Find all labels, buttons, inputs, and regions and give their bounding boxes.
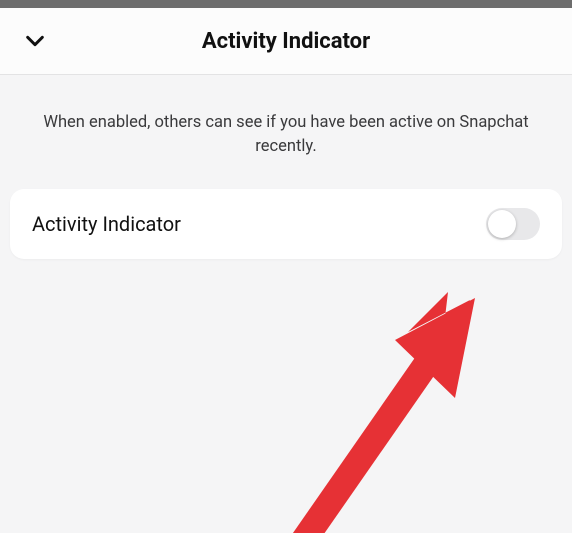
setting-description: When enabled, others can see if you have… — [0, 75, 572, 189]
status-bar-strip — [0, 0, 572, 8]
header: Activity Indicator — [0, 8, 572, 74]
toggle-knob — [488, 210, 516, 238]
activity-indicator-label: Activity Indicator — [32, 212, 486, 236]
activity-indicator-toggle[interactable] — [486, 208, 540, 240]
page-title: Activity Indicator — [18, 29, 554, 54]
activity-indicator-row: Activity Indicator — [10, 189, 562, 259]
